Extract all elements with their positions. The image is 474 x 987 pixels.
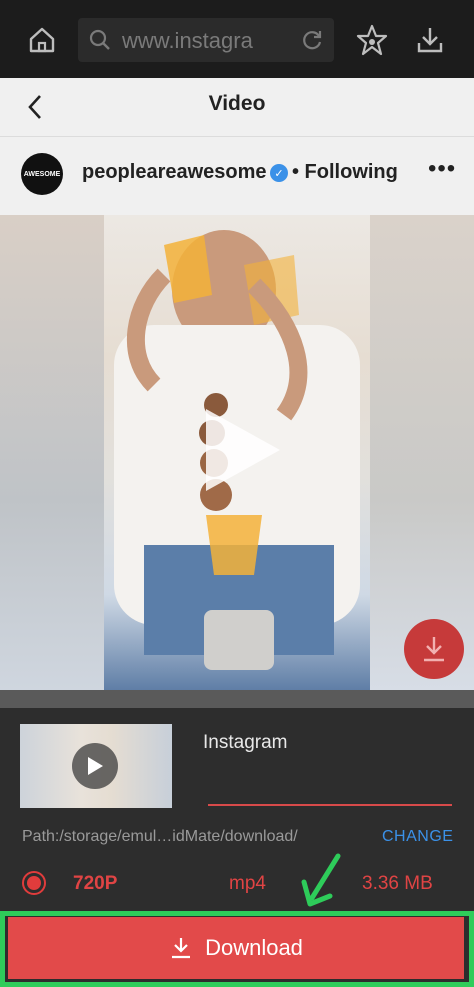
avatar[interactable]: AWESOME (21, 153, 63, 195)
floating-download-button[interactable] (404, 619, 464, 679)
page-header: Video (0, 78, 474, 136)
following-label[interactable]: • Following (292, 161, 398, 184)
search-icon (89, 29, 110, 50)
annotation-arrow-icon (301, 853, 341, 907)
change-path-button[interactable]: CHANGE (382, 828, 453, 846)
bookmark-star-icon[interactable] (352, 20, 392, 60)
play-icon[interactable] (198, 405, 284, 495)
browser-toolbar: www.instagra (0, 0, 474, 78)
video-blur-right (370, 215, 474, 690)
title-underline (208, 804, 452, 806)
dimmed-content-strip (0, 690, 474, 708)
video-player[interactable] (0, 215, 474, 690)
download-button[interactable]: Download (8, 917, 464, 979)
download-icon (424, 637, 444, 662)
save-path: Path:/storage/emul…idMate/download/ (22, 828, 298, 845)
file-size: 3.36 MB (362, 873, 433, 894)
source-label: Instagram (203, 732, 288, 753)
url-bar[interactable]: www.instagra (78, 18, 334, 62)
format-label: mp4 (229, 873, 266, 894)
post-header: AWESOME peopleareawesome ✓ • Following •… (0, 137, 474, 215)
more-options-icon[interactable]: ••• (428, 155, 456, 183)
download-icon (172, 938, 191, 959)
username[interactable]: peopleareawesome (82, 161, 267, 184)
thumbnail-play-icon (72, 743, 118, 789)
quality-radio[interactable] (22, 871, 46, 895)
resolution-label[interactable]: 720P (73, 873, 117, 895)
download-icon[interactable] (410, 20, 450, 60)
home-icon[interactable] (22, 20, 62, 60)
verified-badge-icon: ✓ (270, 164, 288, 182)
download-button-label: Download (205, 935, 303, 960)
page-title: Video (208, 92, 266, 115)
video-blur-left (0, 215, 104, 690)
url-text: www.instagra (122, 28, 253, 53)
refresh-icon[interactable] (300, 28, 324, 52)
video-thumbnail (20, 724, 172, 808)
